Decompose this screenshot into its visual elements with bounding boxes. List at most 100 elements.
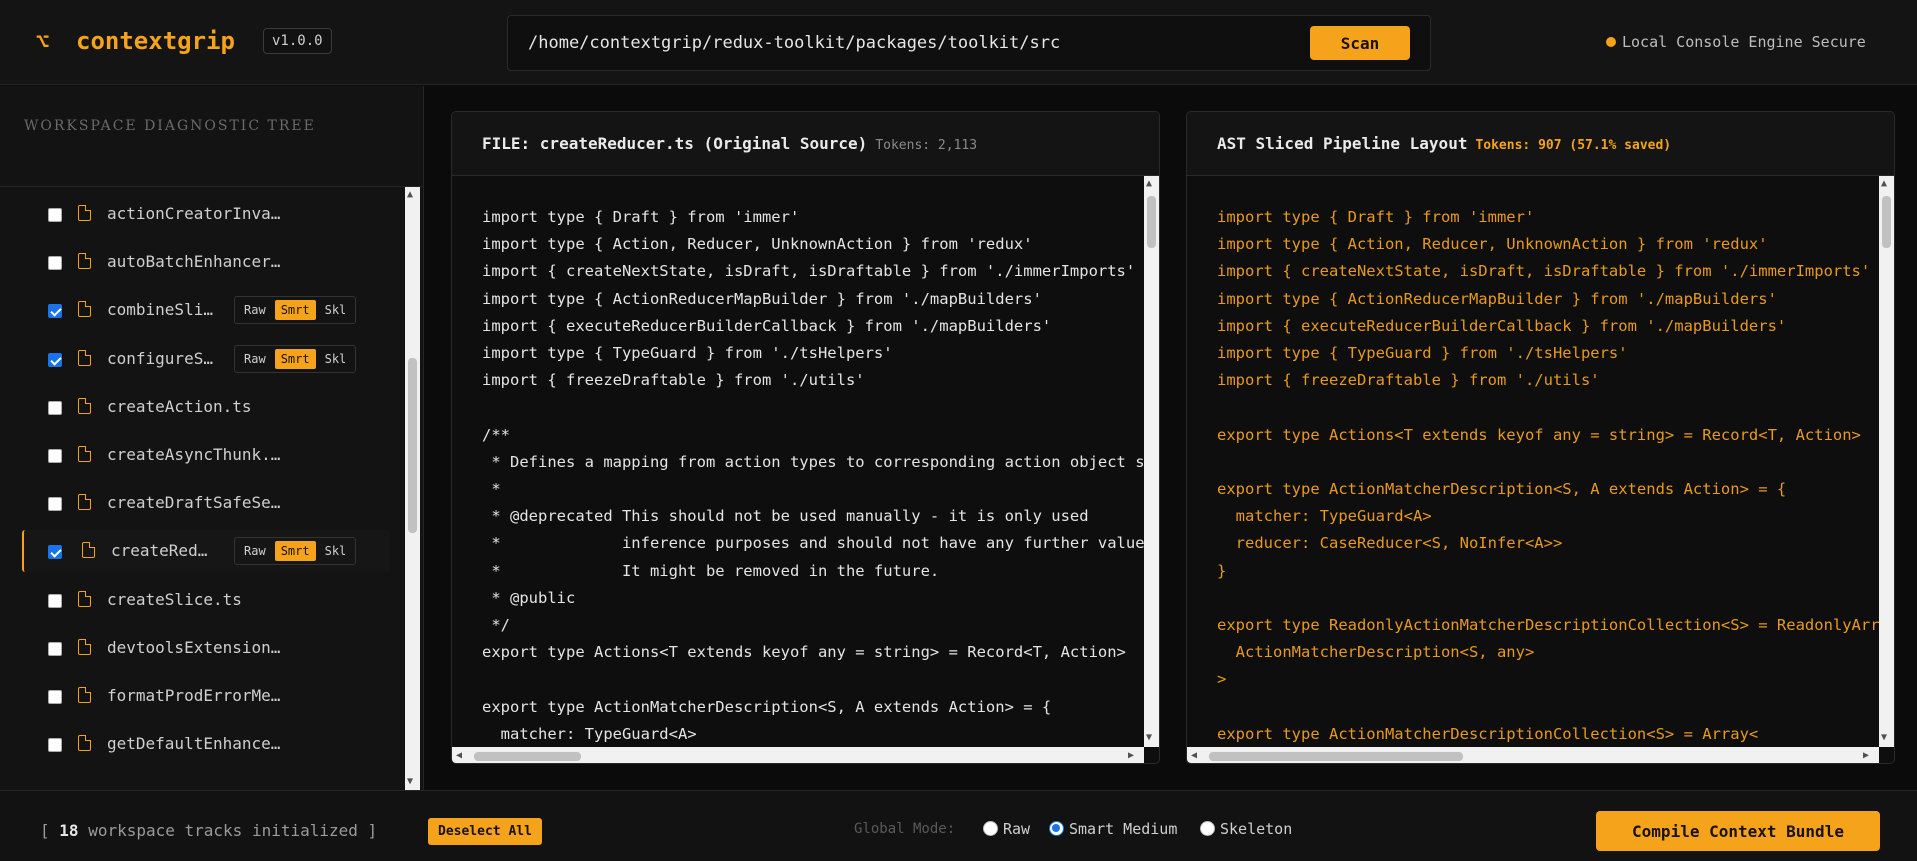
mode-smart-button[interactable]: Smrt [274, 348, 316, 369]
mode-smart-button[interactable]: Smrt [274, 541, 316, 562]
mode-skeleton-button[interactable]: Skl [319, 541, 353, 561]
global-mode-smart[interactable]: Smart Medium [1049, 820, 1177, 838]
scroll-down-icon[interactable]: ▼ [1881, 733, 1887, 743]
radio-smart-label: Smart Medium [1069, 820, 1178, 838]
file-checkbox[interactable] [48, 208, 62, 222]
file-name[interactable]: configureS… [107, 349, 213, 368]
global-mode-raw[interactable]: Raw [983, 820, 1030, 838]
file-mode-toggle: Raw Smrt Skl [234, 296, 357, 325]
file-checkbox[interactable] [48, 497, 62, 512]
sliced-vscrollbar[interactable]: ▲ ▼ [1879, 176, 1894, 747]
mode-raw-button[interactable]: Raw [238, 349, 272, 369]
source-code: import type { Draft } from 'immer' impor… [482, 208, 1159, 743]
file-name[interactable]: autoBatchEnhancer… [107, 252, 280, 271]
file-checkbox[interactable] [48, 738, 62, 753]
source-file-title: FILE: createReducer.ts (Original Source) [482, 134, 868, 153]
tree-scroll-thumb[interactable] [408, 358, 417, 533]
tree-item[interactable]: actionCreatorInva… [22, 193, 390, 235]
file-icon [78, 735, 91, 752]
source-panel-title: FILE: createReducer.ts (Original Source)… [482, 134, 977, 153]
scroll-right-icon[interactable]: ▶ [1863, 751, 1869, 761]
scan-button[interactable]: Scan [1310, 26, 1410, 60]
file-checkbox[interactable] [48, 593, 62, 608]
file-checkbox[interactable] [48, 449, 62, 463]
source-vscroll-thumb[interactable] [1147, 196, 1156, 248]
file-icon [78, 687, 91, 703]
tree-item[interactable]: createAction.ts [22, 386, 390, 428]
file-checkbox[interactable] [48, 304, 62, 319]
radio-raw-label: Raw [1003, 820, 1031, 838]
file-checkbox[interactable] [48, 400, 62, 415]
scroll-up-icon[interactable]: ▲ [407, 190, 413, 200]
file-icon [78, 446, 91, 462]
compile-bundle-button[interactable]: Compile Context Bundle [1596, 811, 1880, 851]
file-name[interactable]: combineSli… [107, 300, 213, 319]
file-name[interactable]: createDraftSafeSe… [107, 493, 280, 512]
deselect-all-button[interactable]: Deselect All [428, 818, 542, 845]
path-bar: Scan [507, 15, 1431, 71]
engine-status: Local Console Engine Secure [1606, 33, 1866, 51]
tree-title: WORKSPACE DIAGNOSTIC TREE [24, 118, 316, 134]
file-name[interactable]: createSlice.ts [107, 590, 242, 609]
path-input[interactable] [528, 30, 1308, 56]
brand-name: contextgrip [76, 27, 235, 55]
sliced-panel: AST Sliced Pipeline Layout Tokens: 907 (5… [1186, 111, 1895, 764]
source-hscroll-thumb[interactable] [474, 752, 581, 761]
file-name[interactable]: createAsyncThunk.… [107, 445, 280, 464]
tree-item[interactable]: createDraftSafeSe… [22, 482, 390, 524]
radio-skeleton[interactable] [1200, 821, 1215, 836]
source-vscrollbar[interactable]: ▲ ▼ [1144, 176, 1159, 747]
scroll-up-icon[interactable]: ▲ [1881, 179, 1887, 189]
file-name[interactable]: devtoolsExtension… [107, 638, 280, 657]
scroll-down-icon[interactable]: ▼ [407, 777, 413, 787]
sliced-vscroll-thumb[interactable] [1882, 196, 1891, 248]
file-icon [82, 542, 95, 559]
tree-scrollbar[interactable]: ▲ ▼ [405, 187, 420, 790]
scroll-up-icon[interactable]: ▲ [1146, 179, 1152, 189]
sidebar: WORKSPACE DIAGNOSTIC TREE actionCreatorI… [0, 86, 424, 790]
file-checkbox[interactable] [48, 256, 62, 271]
file-checkbox[interactable] [48, 545, 62, 560]
tree-item[interactable]: devtoolsExtension… [22, 627, 390, 669]
radio-raw[interactable] [983, 821, 998, 836]
scroll-left-icon[interactable]: ◀ [1191, 751, 1197, 761]
source-hscrollbar[interactable]: ◀ ▶ [452, 747, 1144, 763]
track-status: [ 18 workspace tracks initialized ] [40, 821, 377, 840]
mode-smart-button[interactable]: Smrt [274, 300, 316, 321]
tree-item[interactable]: createAsyncThunk.… [22, 434, 390, 476]
sliced-hscrollbar[interactable]: ◀ ▶ [1187, 747, 1879, 763]
track-status-text: workspace tracks initialized ] [88, 821, 378, 840]
file-icon [78, 494, 91, 511]
mode-skeleton-button[interactable]: Skl [319, 300, 353, 320]
mode-raw-button[interactable]: Raw [238, 541, 272, 561]
file-name[interactable]: createAction.ts [107, 397, 252, 416]
tree-item[interactable]: formatProdErrorMe… [22, 675, 390, 717]
mode-skeleton-button[interactable]: Skl [319, 349, 353, 369]
version-badge: v1.0.0 [263, 28, 332, 54]
tree-item[interactable]: getDefaultEnhance… [22, 723, 390, 765]
file-checkbox[interactable] [48, 690, 62, 704]
tree-item[interactable]: createRed… Raw Smrt Skl [22, 530, 390, 573]
file-name[interactable]: formatProdErrorMe… [107, 686, 280, 705]
file-checkbox[interactable] [48, 352, 62, 367]
tree-item[interactable]: combineSli… Raw Smrt Skl [22, 289, 390, 331]
scroll-right-icon[interactable]: ▶ [1128, 751, 1134, 761]
footer-bar: [ 18 workspace tracks initialized ] Dese… [0, 790, 1917, 861]
mode-raw-button[interactable]: Raw [238, 300, 272, 320]
file-name[interactable]: getDefaultEnhance… [107, 734, 280, 753]
tree-item[interactable]: autoBatchEnhancer… [22, 241, 390, 283]
file-name[interactable]: createRed… [111, 541, 207, 560]
scroll-left-icon[interactable]: ◀ [456, 751, 462, 761]
file-name[interactable]: actionCreatorInva… [107, 204, 280, 223]
tree-item[interactable]: createSlice.ts [22, 579, 390, 621]
scroll-down-icon[interactable]: ▼ [1146, 733, 1152, 743]
sliced-token-count: Tokens: 907 (57.1% saved) [1475, 138, 1672, 153]
sliced-hscroll-thumb[interactable] [1209, 752, 1463, 761]
global-mode-skeleton[interactable]: Skeleton [1200, 820, 1292, 838]
radio-smart[interactable] [1049, 821, 1064, 836]
file-icon [78, 638, 91, 655]
file-checkbox[interactable] [48, 641, 62, 656]
file-mode-toggle: Raw Smrt Skl [234, 344, 357, 373]
engine-status-text: Local Console Engine Secure [1622, 33, 1866, 51]
tree-item[interactable]: configureS… Raw Smrt Skl [22, 338, 390, 380]
